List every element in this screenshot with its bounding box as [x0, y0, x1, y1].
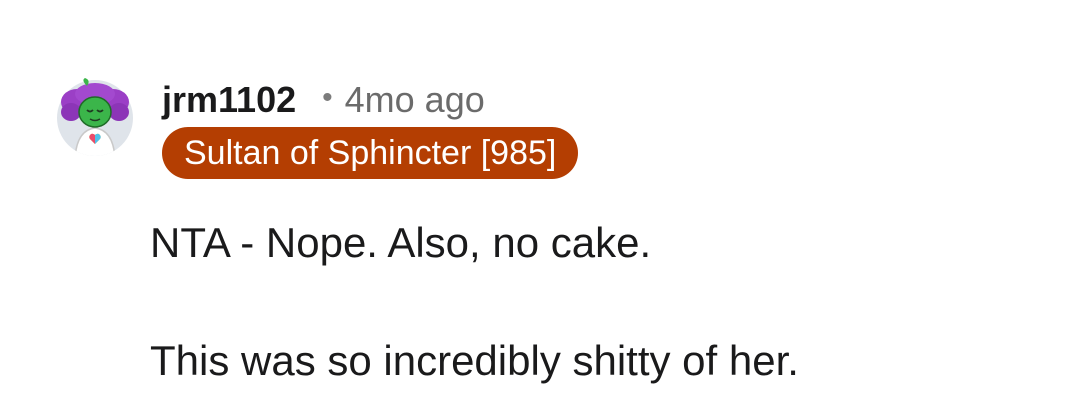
comment-timestamp: 4mo ago — [344, 79, 485, 120]
comment: jrm1102 • 4mo ago Sultan of Sphincter [9… — [0, 0, 1080, 416]
comment-body: NTA - Nope. Also, no cake. This was so i… — [150, 218, 1050, 386]
meta-separator: • — [322, 81, 333, 114]
comment-paragraph: This was so incredibly shitty of her. — [150, 337, 799, 384]
user-flair-badge: Sultan of Sphincter [985] — [162, 127, 579, 179]
snoo-avatar-icon — [57, 78, 133, 156]
comment-paragraph: NTA - Nope. Also, no cake. — [150, 219, 652, 266]
author-username[interactable]: jrm1102 — [162, 79, 296, 121]
comment-header: jrm1102 • 4mo ago — [162, 78, 485, 122]
user-avatar[interactable] — [55, 78, 135, 158]
